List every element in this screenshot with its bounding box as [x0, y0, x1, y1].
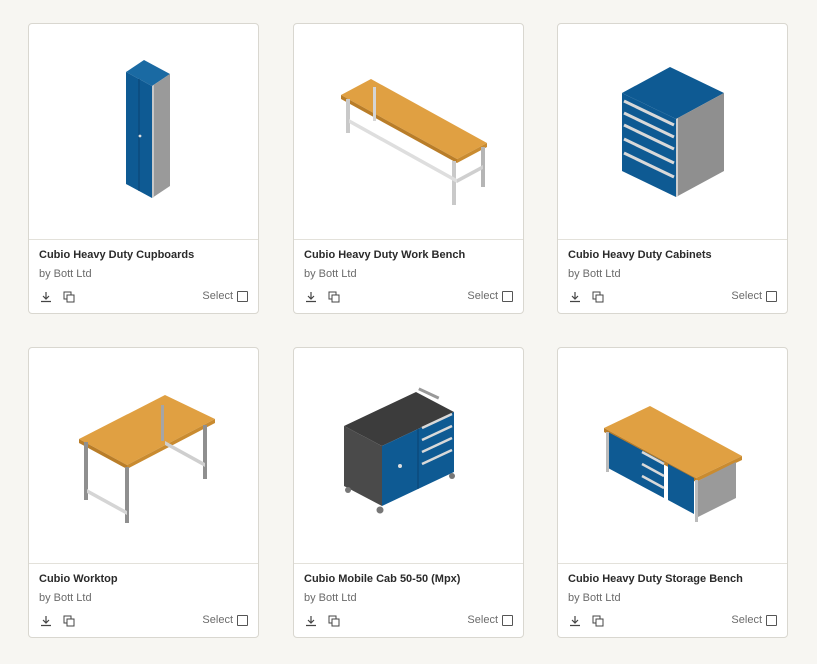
copy-icon[interactable] [62, 290, 76, 304]
product-image[interactable] [558, 24, 787, 240]
drawer-cabinet-image [621, 66, 724, 197]
product-title[interactable]: Cubio Heavy Duty Cabinets [568, 249, 712, 261]
mobile-cabinet-image [343, 386, 455, 513]
product-vendor: by Bott Ltd [39, 268, 92, 280]
product-card[interactable]: Cubio Mobile Cab 50-50 (Mpx) by Bott Ltd… [293, 347, 524, 638]
product-card[interactable]: Cubio Heavy Duty Cupboards by Bott Ltd S… [28, 23, 259, 314]
select-toggle[interactable]: Select [467, 614, 513, 626]
checkbox-icon[interactable] [237, 290, 248, 302]
product-title[interactable]: Cubio Worktop [39, 573, 118, 585]
select-label: Select [731, 614, 762, 626]
cupboard-image [125, 59, 170, 198]
select-label: Select [202, 290, 233, 302]
product-title[interactable]: Cubio Mobile Cab 50-50 (Mpx) [304, 573, 460, 585]
product-card[interactable]: Cubio Heavy Duty Work Bench by Bott Ltd … [293, 23, 524, 314]
checkbox-icon[interactable] [766, 614, 777, 626]
select-toggle[interactable]: Select [467, 290, 513, 302]
select-label: Select [202, 614, 233, 626]
copy-icon[interactable] [591, 614, 605, 628]
product-vendor: by Bott Ltd [39, 592, 92, 604]
product-card[interactable]: Cubio Heavy Duty Storage Bench by Bott L… [557, 347, 788, 638]
copy-icon[interactable] [591, 290, 605, 304]
select-label: Select [731, 290, 762, 302]
download-icon[interactable] [304, 290, 318, 304]
checkbox-icon[interactable] [237, 614, 248, 626]
download-icon[interactable] [39, 290, 53, 304]
copy-icon[interactable] [62, 614, 76, 628]
download-icon[interactable] [304, 614, 318, 628]
copy-icon[interactable] [327, 614, 341, 628]
product-vendor: by Bott Ltd [568, 268, 621, 280]
product-card[interactable]: Cubio Heavy Duty Cabinets by Bott Ltd Se… [557, 23, 788, 314]
product-vendor: by Bott Ltd [304, 592, 357, 604]
product-image[interactable] [29, 24, 258, 240]
download-icon[interactable] [568, 290, 582, 304]
checkbox-icon[interactable] [502, 614, 513, 626]
select-toggle[interactable]: Select [731, 614, 777, 626]
product-card[interactable]: Cubio Worktop by Bott Ltd Select [28, 347, 259, 638]
select-toggle[interactable]: Select [202, 614, 248, 626]
product-vendor: by Bott Ltd [304, 268, 357, 280]
select-label: Select [467, 290, 498, 302]
worktop-image [78, 394, 215, 523]
product-image[interactable] [294, 24, 523, 240]
product-title[interactable]: Cubio Heavy Duty Work Bench [304, 249, 465, 261]
product-image[interactable] [558, 348, 787, 564]
product-title[interactable]: Cubio Heavy Duty Cupboards [39, 249, 194, 261]
checkbox-icon[interactable] [766, 290, 777, 302]
product-image[interactable] [29, 348, 258, 564]
download-icon[interactable] [39, 614, 53, 628]
product-vendor: by Bott Ltd [568, 592, 621, 604]
download-icon[interactable] [568, 614, 582, 628]
product-title[interactable]: Cubio Heavy Duty Storage Bench [568, 573, 743, 585]
checkbox-icon[interactable] [502, 290, 513, 302]
select-label: Select [467, 614, 498, 626]
storage-bench-image [603, 405, 742, 522]
work-bench-image [340, 78, 487, 205]
select-toggle[interactable]: Select [202, 290, 248, 302]
product-image[interactable] [294, 348, 523, 564]
select-toggle[interactable]: Select [731, 290, 777, 302]
copy-icon[interactable] [327, 290, 341, 304]
